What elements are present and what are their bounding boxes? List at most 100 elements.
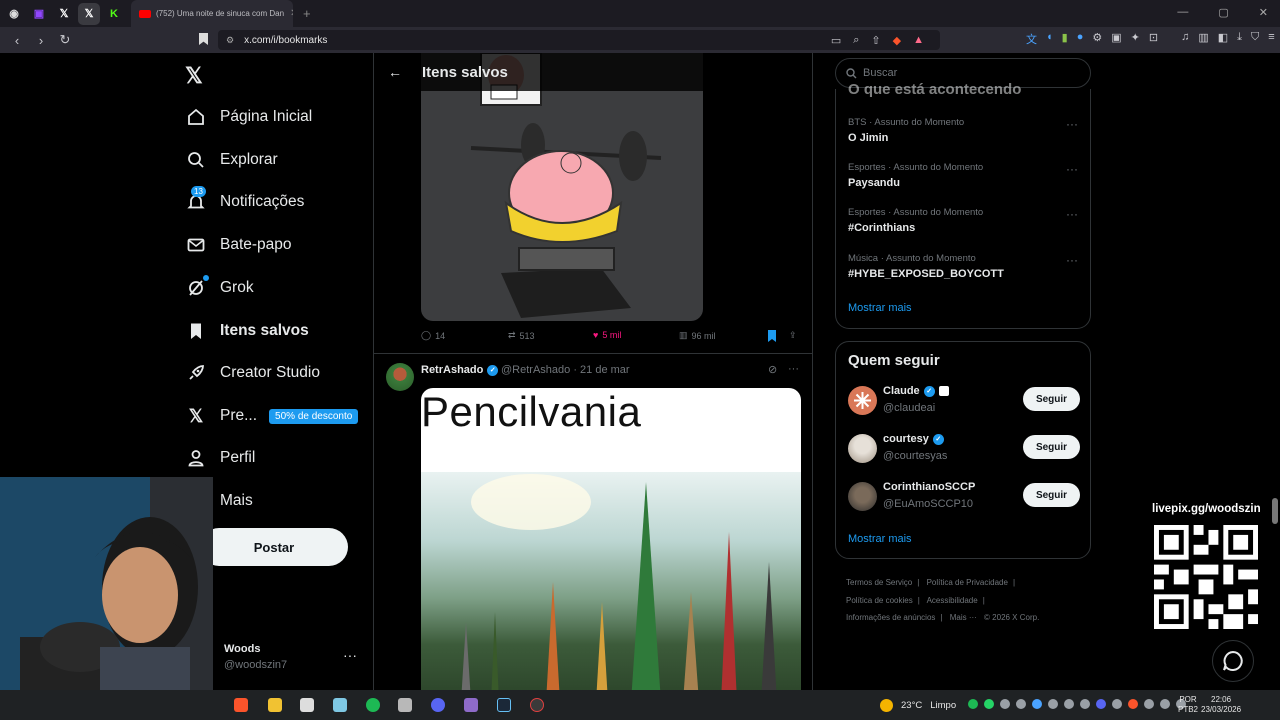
nav-chat[interactable]: Bate-papo [185,229,292,261]
bluetooth-tray-icon[interactable] [1032,699,1042,709]
brave-taskbar-icon[interactable] [234,698,248,712]
legal-link-accessibility[interactable]: Acessibilidade [927,596,978,605]
address-bar[interactable]: ⚙ x.com/i/bookmarks ▭ ⌕ ⇧ ◆ ▲ [218,30,940,50]
legal-link-privacy[interactable]: Política de Privacidade [927,578,1008,587]
avatar[interactable] [386,363,414,391]
audio-icon[interactable]: ◖ [1046,31,1053,47]
nav-notifications[interactable]: 13 Notificações [185,186,304,218]
bookmark-page-icon[interactable] [199,33,208,45]
translate-icon[interactable]: 文 [1026,31,1037,47]
tweet-retrashado[interactable]: RetrAshado ✓ @RetrAshado · 21 de mar ⊘ ·… [374,353,812,698]
capcut-taskbar-icon[interactable] [300,698,314,712]
wallet-icon[interactable]: ◧ [1218,31,1228,47]
sidebar-icon[interactable]: ▥ [1198,31,1208,47]
x-tab-icon-active[interactable]: 𝕏 [78,2,100,25]
capture-icon[interactable]: ⊡ [1149,31,1158,47]
obs-taskbar-icon[interactable] [530,698,544,712]
legal-link-terms[interactable]: Termos de Serviço [846,578,912,587]
trends-show-more-link[interactable]: Mostrar mais [848,302,912,314]
discord-tray-icon[interactable] [1096,699,1106,709]
back-arrow-icon[interactable]: ← [388,64,402,80]
grok-explain-icon[interactable]: ⊘ [768,363,777,376]
nav-premium[interactable]: 𝕏 Pre... 50% de desconto [185,400,359,432]
close-window-icon[interactable]: ✕ [1259,6,1268,19]
trend-item[interactable]: BTS · Assunto do Momento O Jimin [848,117,964,144]
music-icon[interactable]: ♫ [1181,31,1189,47]
follow-suggestion[interactable]: Claude ✓ @claudeai Seguir [848,384,1080,418]
trend-item[interactable]: Esportes · Assunto do Momento #Corinthia… [848,207,983,234]
twitch-tab-icon[interactable]: ▣ [28,3,50,25]
spotify-taskbar-icon[interactable] [366,698,380,712]
legal-link-more[interactable]: Mais ··· [950,613,977,622]
discord-taskbar-icon[interactable] [431,698,445,712]
maximize-icon[interactable]: ▢ [1218,6,1228,19]
follow-suggestion[interactable]: CorinthianoSCCP @EuAmoSCCP10 Seguir [848,480,1080,514]
tweet-author[interactable]: RetrAshado ✓ [421,364,499,376]
follow-suggestion[interactable]: courtesy ✓ @courtesyas Seguir [848,432,1080,466]
tray-icon[interactable] [1000,699,1010,709]
legal-link-cookies[interactable]: Política de cookies [846,596,913,605]
forward-icon[interactable]: › [34,33,48,48]
notepad-taskbar-icon[interactable] [333,698,347,712]
tweet-image-patrick[interactable] [421,53,703,321]
nav-profile[interactable]: Perfil [185,442,255,474]
tray-icon[interactable] [1112,699,1122,709]
cast-icon[interactable]: ▭ [831,34,841,47]
retweet-button[interactable]: ⇄ 513 [508,330,535,341]
follow-button[interactable]: Seguir [1023,387,1080,411]
brave-shield-icon[interactable]: ◆ [893,34,901,47]
explorer-taskbar-icon[interactable] [268,698,282,712]
tweet-image-pencilvania[interactable]: Pencilvania [421,388,801,698]
avatar[interactable] [848,482,877,511]
share-tweet-button[interactable]: ⇪ [789,330,797,341]
account-more-icon[interactable]: ··· [343,647,357,663]
trend-item[interactable]: Música · Assunto do Momento #HYBE_EXPOSE… [848,253,1004,280]
spotify-tray-icon[interactable] [968,699,978,709]
extension-icon[interactable]: ● [1077,31,1084,47]
share-icon[interactable]: ⇧ [871,34,880,47]
avatar[interactable] [848,434,877,463]
trend-more-icon[interactable]: ··· [1066,117,1078,131]
tray-icon[interactable] [1080,699,1090,709]
trend-more-icon[interactable]: ··· [1066,207,1078,221]
page-scrollbar[interactable] [1272,498,1278,524]
back-icon[interactable]: ‹ [10,33,24,48]
kick-tab-icon[interactable]: K [103,3,125,25]
language-indicator[interactable]: POR PTB2 [1178,695,1198,715]
zoom-icon[interactable]: ⌕ [853,34,859,47]
legal-link-ads[interactable]: Informações de anúncios [846,613,935,622]
tweet-more-icon[interactable]: ··· [788,363,799,375]
menu-icon[interactable]: ≡ [1268,31,1274,47]
views-button[interactable]: ▥ 96 mil [679,330,716,341]
pip-icon[interactable]: ▣ [1111,31,1121,47]
nav-home[interactable]: Página Inicial [185,101,312,133]
vpn-icon[interactable]: ⛉ [1251,31,1259,47]
trend-more-icon[interactable]: ··· [1066,162,1078,176]
site-info-icon[interactable]: ⚙ [226,35,234,46]
app-taskbar-icon[interactable] [398,698,412,712]
reply-button[interactable]: ◯ 14 [421,330,445,341]
gear-icon[interactable]: ⚙ [1092,31,1102,47]
bookmark-button[interactable] [767,330,777,342]
post-button[interactable]: Postar [200,528,348,566]
puzzle-icon[interactable]: ✦ [1131,31,1140,47]
nav-grok[interactable]: Grok [185,272,254,304]
wifi-icon[interactable] [1144,699,1154,709]
youtube-tab[interactable]: (752) Uma noite de sinuca com Dan ✕ [131,0,293,27]
tray-icon[interactable] [1048,699,1058,709]
avatar[interactable] [848,386,877,415]
trend-item[interactable]: Esportes · Assunto do Momento Paysandu [848,162,983,189]
whatsapp-tray-icon[interactable] [984,699,994,709]
steam-taskbar-icon[interactable] [497,698,511,712]
nav-creator-studio[interactable]: Creator Studio [185,357,320,389]
new-tab-icon[interactable]: + [303,6,311,21]
tweet-author-handle[interactable]: @RetrAshado · 21 de mar [501,364,630,376]
x-tab-icon[interactable]: 𝕏 [53,3,75,25]
who-show-more-link[interactable]: Mostrar mais [848,533,912,545]
weather-widget[interactable]: 23°C Limpo [880,699,956,712]
firefox-tab-icon[interactable]: ◉ [3,3,25,25]
like-button[interactable]: ♥ 5 mil [593,330,621,340]
download-icon[interactable]: ⤓ [1237,31,1242,47]
brave-rewards-icon[interactable]: ▲ [913,34,924,47]
tray-icon[interactable] [1016,699,1026,709]
